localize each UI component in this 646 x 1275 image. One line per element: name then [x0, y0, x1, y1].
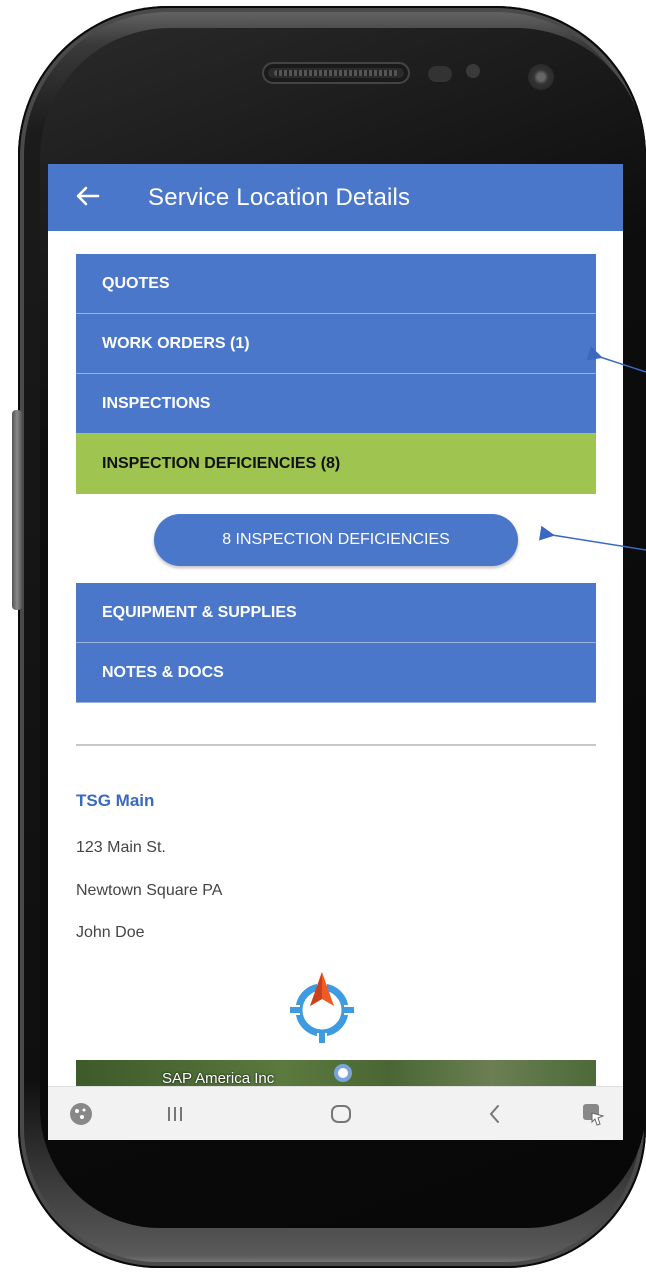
screenshot-icon[interactable] [578, 1099, 608, 1129]
phone-camera [528, 64, 554, 90]
arrow-left-icon[interactable] [74, 182, 102, 210]
menu-item-work-orders[interactable]: WORK ORDERS (1) [76, 314, 596, 374]
section-menu-secondary: EQUIPMENT & SUPPLIES NOTES & DOCS [76, 583, 596, 703]
phone-sensor-dot [466, 64, 480, 78]
menu-item-quotes[interactable]: QUOTES [76, 254, 596, 314]
phone-speaker [262, 62, 410, 84]
divider [76, 744, 596, 746]
home-icon[interactable] [326, 1099, 356, 1129]
recents-icon[interactable] [160, 1099, 190, 1129]
page-title: Service Location Details [148, 184, 411, 211]
menu-item-label: INSPECTIONS [102, 394, 211, 412]
menu-item-label: QUOTES [102, 274, 170, 292]
menu-item-inspection-deficiencies[interactable]: INSPECTION DEFICIENCIES (8) [76, 434, 596, 494]
menu-item-notes-docs[interactable]: NOTES & DOCS [76, 643, 596, 703]
menu-item-label: EQUIPMENT & SUPPLIES [102, 603, 297, 621]
assistant-icon[interactable] [66, 1099, 96, 1129]
address-line-2: Newtown Square PA [76, 882, 223, 899]
menu-item-label: WORK ORDERS (1) [102, 334, 250, 352]
inspection-deficiencies-button[interactable]: 8 INSPECTION DEFICIENCIES [154, 514, 518, 566]
menu-item-label: INSPECTION DEFICIENCIES (8) [102, 455, 341, 472]
section-menu: QUOTES WORK ORDERS (1) INSPECTIONS INSPE… [76, 254, 596, 494]
address-line-1: 123 Main St. [76, 839, 166, 856]
location-name: TSG Main [76, 791, 155, 810]
menu-item-inspections[interactable]: INSPECTIONS [76, 374, 596, 434]
contact-name: John Doe [76, 924, 145, 941]
location-map[interactable]: SAP America Inc [76, 1060, 596, 1086]
back-icon[interactable] [480, 1099, 510, 1129]
menu-item-label: NOTES & DOCS [102, 663, 224, 681]
app-bar: Service Location Details [48, 164, 623, 231]
android-nav-bar [48, 1086, 623, 1140]
phone-side-button [12, 410, 22, 610]
app-screen: Service Location Details QUOTES WORK ORD… [48, 164, 623, 1140]
menu-item-equipment-supplies[interactable]: EQUIPMENT & SUPPLIES [76, 583, 596, 643]
navigation-compass-icon[interactable] [290, 970, 354, 1044]
button-label: 8 INSPECTION DEFICIENCIES [222, 531, 450, 548]
map-label: SAP America Inc [162, 1070, 275, 1086]
phone-sensor [428, 66, 452, 82]
map-pin-icon[interactable] [334, 1064, 352, 1082]
